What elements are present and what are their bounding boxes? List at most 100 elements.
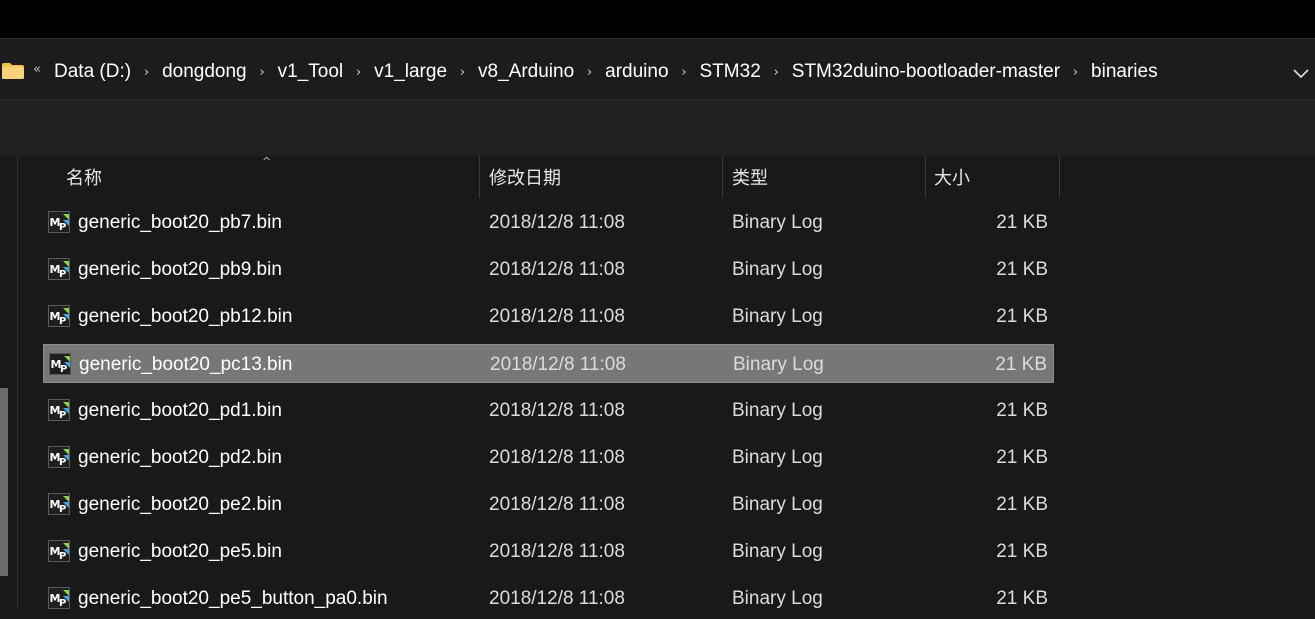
file-modified-date: 2018/12/8 11:08 xyxy=(489,494,625,515)
breadcrumb-overflow-button[interactable]: « xyxy=(33,62,41,77)
column-header-date[interactable]: 修改日期 xyxy=(489,156,721,198)
file-size: 21 KB xyxy=(995,354,1047,375)
file-modified-date: 2018/12/8 11:08 xyxy=(489,588,625,609)
file-type: Binary Log xyxy=(732,212,823,233)
mp-binary-file-icon: MP xyxy=(48,540,70,562)
file-name: generic_boot20_pc13.bin xyxy=(79,354,293,375)
file-type: Binary Log xyxy=(732,494,823,515)
breadcrumb-item-arduino[interactable]: arduino xyxy=(605,61,668,83)
file-size: 21 KB xyxy=(996,447,1048,468)
breadcrumb-item-stm32[interactable]: STM32 xyxy=(700,61,761,83)
breadcrumb-separator-icon[interactable]: › xyxy=(247,65,278,80)
mp-binary-file-icon: MP xyxy=(48,305,70,327)
file-modified-date: 2018/12/8 11:08 xyxy=(489,259,625,280)
file-modified-date: 2018/12/8 11:08 xyxy=(489,212,625,233)
file-name: generic_boot20_pb12.bin xyxy=(78,306,293,327)
file-modified-date: 2018/12/8 11:08 xyxy=(489,306,625,327)
file-type: Binary Log xyxy=(732,447,823,468)
breadcrumb-item-dongdong[interactable]: dongdong xyxy=(162,61,247,83)
file-name: generic_boot20_pe5_button_pa0.bin xyxy=(78,588,388,609)
file-row-selected[interactable]: M P generic_boot20_pc13.bin 2018/12/8 11:08… xyxy=(43,344,1054,383)
file-name: generic_boot20_pb7.bin xyxy=(78,212,282,233)
file-type: Binary Log xyxy=(732,259,823,280)
column-header-row: 名称 ^ 修改日期 类型 大小 xyxy=(0,155,1060,198)
breadcrumb-item-v1-tool[interactable]: v1_Tool xyxy=(278,61,344,83)
breadcrumb-item-v8-arduino[interactable]: v8_Arduino xyxy=(478,61,574,83)
file-size: 21 KB xyxy=(996,306,1048,327)
file-type: Binary Log xyxy=(732,400,823,421)
breadcrumb-item-v1-large[interactable]: v1_large xyxy=(374,61,447,83)
file-size: 21 KB xyxy=(996,259,1048,280)
svg-text:P: P xyxy=(59,457,66,468)
column-header-size[interactable]: 大小 xyxy=(934,156,1059,198)
mp-binary-file-icon: MP xyxy=(48,211,70,233)
file-type: Binary Log xyxy=(732,306,823,327)
file-modified-date: 2018/12/8 11:08 xyxy=(490,354,626,375)
file-row[interactable]: M P generic_boot20_pb7.bin 2018/12/8 11:08 B… xyxy=(43,203,1054,242)
file-size: 21 KB xyxy=(996,588,1048,609)
column-header-date-label: 修改日期 xyxy=(489,168,561,188)
column-header-type[interactable]: 类型 xyxy=(732,156,924,198)
svg-text:P: P xyxy=(59,222,66,233)
svg-text:P: P xyxy=(60,364,67,375)
file-row[interactable]: M P generic_boot20_pe5.bin 2018/12/8 11:08 B… xyxy=(43,532,1054,571)
file-modified-date: 2018/12/8 11:08 xyxy=(489,400,625,421)
file-size: 21 KB xyxy=(996,541,1048,562)
mp-binary-file-icon: MP xyxy=(48,258,70,280)
file-name: generic_boot20_pe5.bin xyxy=(78,541,282,562)
file-type: Binary Log xyxy=(733,354,824,375)
navigation-scrollbar-thumb[interactable] xyxy=(0,388,8,576)
file-modified-date: 2018/12/8 11:08 xyxy=(489,447,625,468)
breadcrumb-item-binaries[interactable]: binaries xyxy=(1091,61,1158,83)
breadcrumb: Data (D:) › dongdong › v1_Tool › v1_larg… xyxy=(54,61,1158,83)
file-row[interactable]: M P generic_boot20_pb12.bin 2018/12/8 11:08… xyxy=(43,297,1054,336)
file-size: 21 KB xyxy=(996,494,1048,515)
breadcrumb-item-data-d[interactable]: Data (D:) xyxy=(54,61,131,83)
file-name: generic_boot20_pd1.bin xyxy=(78,400,282,421)
file-row[interactable]: M P generic_boot20_pd1.bin 2018/12/8 11:08 B… xyxy=(43,391,1054,430)
sort-ascending-icon: ^ xyxy=(262,155,272,168)
column-divider[interactable] xyxy=(722,156,723,198)
file-list-view: 名称 ^ 修改日期 类型 大小 M P generic_boot20_pb7.bin… xyxy=(0,155,1315,610)
svg-text:P: P xyxy=(59,504,66,515)
file-name: generic_boot20_pe2.bin xyxy=(78,494,282,515)
file-row[interactable]: M P generic_boot20_pb9.bin 2018/12/8 11:08 B… xyxy=(43,250,1054,289)
chevron-down-icon[interactable] xyxy=(1291,63,1311,83)
svg-text:P: P xyxy=(59,598,66,609)
mp-binary-file-icon: MP xyxy=(49,353,71,375)
breadcrumb-separator-icon[interactable]: › xyxy=(574,65,605,80)
column-divider[interactable] xyxy=(925,156,926,198)
file-name: generic_boot20_pb9.bin xyxy=(78,259,282,280)
breadcrumb-separator-icon[interactable]: › xyxy=(669,65,700,80)
file-row[interactable]: M P generic_boot20_pe5_button_pa0.bin 2018/… xyxy=(43,579,1054,618)
column-divider[interactable] xyxy=(1059,156,1060,198)
address-bar[interactable]: « Data (D:) › dongdong › v1_Tool › v1_la… xyxy=(0,38,1315,100)
mp-binary-file-icon: MP xyxy=(48,446,70,468)
file-name: generic_boot20_pd2.bin xyxy=(78,447,282,468)
breadcrumb-separator-icon[interactable]: › xyxy=(447,65,478,80)
breadcrumb-separator-icon[interactable]: › xyxy=(343,65,374,80)
command-bar xyxy=(0,100,1315,156)
column-header-name-label: 名称 xyxy=(66,168,102,188)
file-row[interactable]: M P generic_boot20_pd2.bin 2018/12/8 11:08 B… xyxy=(43,438,1054,477)
breadcrumb-item-bootloader-master[interactable]: STM32duino-bootloader-master xyxy=(792,61,1060,83)
mp-binary-file-icon: MP xyxy=(48,399,70,421)
svg-text:P: P xyxy=(59,316,66,327)
column-header-size-label: 大小 xyxy=(934,168,970,188)
folder-icon xyxy=(2,63,24,79)
file-size: 21 KB xyxy=(996,212,1048,233)
column-header-type-label: 类型 xyxy=(732,168,768,188)
column-divider[interactable] xyxy=(479,156,480,198)
file-modified-date: 2018/12/8 11:08 xyxy=(489,541,625,562)
file-type: Binary Log xyxy=(732,588,823,609)
breadcrumb-separator-icon[interactable]: › xyxy=(761,65,792,80)
column-header-name[interactable]: 名称 xyxy=(66,156,478,198)
svg-text:P: P xyxy=(59,269,66,280)
mp-binary-file-icon: MP xyxy=(48,493,70,515)
svg-text:P: P xyxy=(59,551,66,562)
mp-binary-file-icon: MP xyxy=(48,587,70,609)
breadcrumb-separator-icon[interactable]: › xyxy=(131,65,162,80)
file-size: 21 KB xyxy=(996,400,1048,421)
breadcrumb-separator-icon[interactable]: › xyxy=(1060,65,1091,80)
file-row[interactable]: M P generic_boot20_pe2.bin 2018/12/8 11:08 B… xyxy=(43,485,1054,524)
